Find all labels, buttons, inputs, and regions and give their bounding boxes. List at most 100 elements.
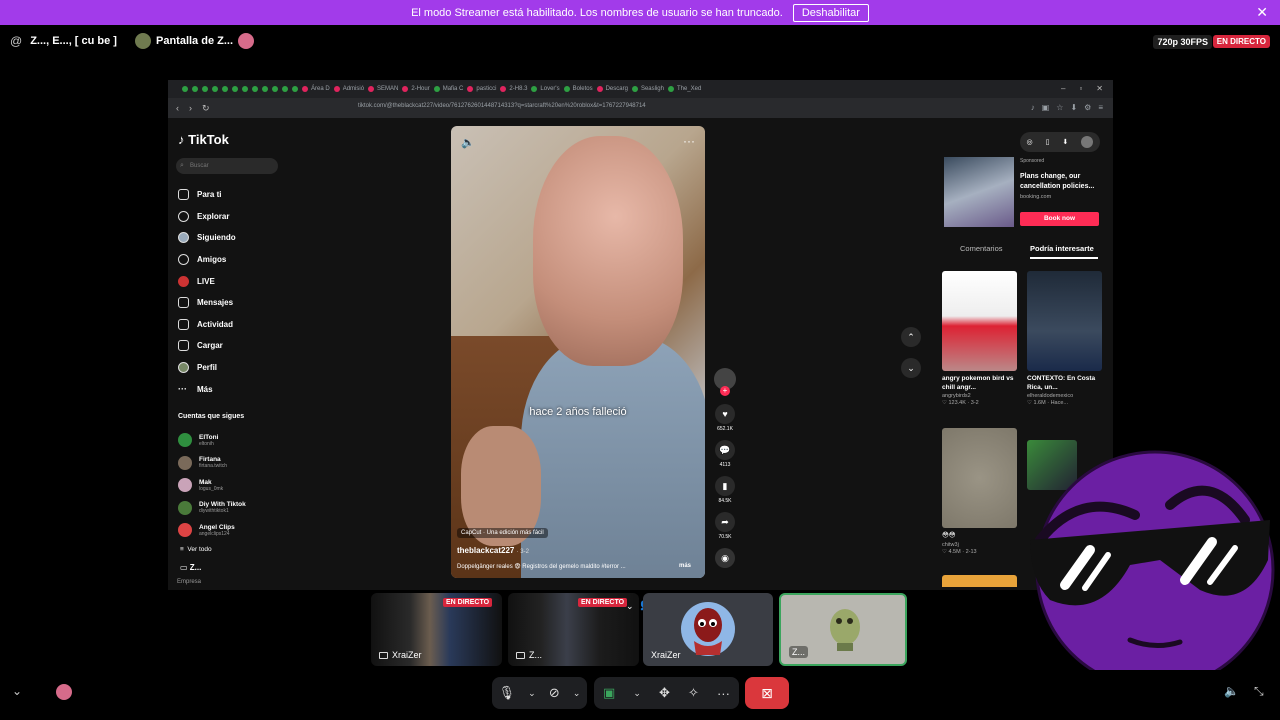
window-controls[interactable]: – ▫ ✕: [1061, 84, 1103, 93]
top-right-toolbar[interactable]: ◎ ▯ ⬇: [1020, 132, 1100, 152]
share-count: 70.5K: [718, 534, 732, 540]
end-call-button[interactable]: ⊠: [745, 677, 789, 709]
video-description: Doppelgänger reales 😨 Registros del geme…: [457, 563, 691, 570]
participant-tile[interactable]: EN DIRECTO XraiZer: [371, 593, 502, 666]
following-item[interactable]: Mak logus_0mk: [178, 474, 298, 497]
recommended-video-card[interactable]: angry pokemon bird vs chill angr... angr…: [942, 271, 1017, 406]
avatar: [1081, 136, 1094, 148]
music-disc-icon[interactable]: ◉: [715, 548, 735, 568]
like-icon[interactable]: ♥: [715, 404, 735, 424]
browser-tab[interactable]: Admisió: [333, 86, 364, 92]
screen-share-icon[interactable]: ▣: [603, 685, 615, 701]
chevron-down-icon[interactable]: ⌄: [528, 688, 536, 699]
activities-icon[interactable]: ✥: [659, 685, 670, 701]
close-icon[interactable]: ✕: [1256, 4, 1268, 21]
active-tab-indicator: [1030, 257, 1098, 259]
nav-item-cargar[interactable]: Cargar: [178, 335, 278, 357]
recommended-video-card[interactable]: CONTEXTO: En Costa Rica, un... elheraldo…: [1027, 271, 1102, 406]
nav-item-live[interactable]: LIVE: [178, 270, 278, 292]
avatar: [178, 478, 192, 493]
empresa-link[interactable]: Empresa: [177, 579, 201, 585]
tiktok-nav: Para ti Explorar Siguiendo Amigos LIVE M…: [178, 184, 278, 400]
tiktok-search-input[interactable]: ⌕ Buscar: [176, 158, 278, 174]
browser-tab[interactable]: 2-H8.3: [500, 86, 527, 92]
video-caption: hace 2 años falleció: [529, 406, 627, 418]
fullscreen-exit-icon[interactable]: ⤡: [1254, 684, 1264, 699]
participant-tile[interactable]: EN DIRECTO ⌄ Z...: [508, 593, 639, 666]
tab-favicon-icon: [192, 86, 198, 92]
volume-icon[interactable]: 🔈: [1224, 684, 1239, 698]
nav-item-perfil[interactable]: Perfil: [178, 357, 278, 379]
nav-item-para-ti[interactable]: Para ti: [178, 184, 278, 206]
participant-name: XraiZer: [392, 650, 422, 660]
browser-tab[interactable]: Área D: [302, 86, 330, 92]
chevron-down-icon[interactable]: ⌄: [626, 601, 634, 612]
comment-icon[interactable]: 💬: [715, 440, 735, 460]
participant-tile[interactable]: Z...: [779, 593, 907, 666]
recommended-video-card[interactable]: 😳😳 chitw3j ♡ 4.5M · 2-13: [942, 428, 1017, 555]
recommended-video-card-partial[interactable]: [942, 575, 1017, 587]
forward-icon: ›: [189, 102, 192, 113]
ad-thumbnail[interactable]: [944, 157, 1014, 227]
volume-icon[interactable]: 🔈: [461, 136, 475, 149]
url-input[interactable]: tiktok.com/@theblackcat227/video/7612762…: [358, 103, 888, 109]
following-item[interactable]: ElToni eltonih: [178, 429, 298, 452]
disable-streamer-mode-button[interactable]: Deshabilitar: [792, 3, 869, 22]
chevron-down-icon[interactable]: ⌄: [633, 688, 641, 699]
save-count: 84.5K: [718, 498, 732, 504]
capcut-tag[interactable]: CapCut · Una edición más fácil: [457, 528, 548, 538]
extension-icons[interactable]: ♪ ▣ ☆ ⬇ ⚙ ≡: [1031, 103, 1103, 112]
ad-title[interactable]: Plans change, our cancellation policies.…: [1020, 172, 1100, 191]
nav-item-amigos[interactable]: Amigos: [178, 249, 278, 271]
tab-comentarios[interactable]: Comentarios: [960, 244, 1003, 253]
shared-screen[interactable]: Área D Admisió SEMAN 2-Hour Mafia C past…: [168, 80, 1113, 590]
book-now-button[interactable]: Book now: [1020, 212, 1099, 226]
channel-name[interactable]: Z..., E..., [ cu be ]: [30, 35, 117, 47]
sidebar-z-item[interactable]: ▭ Z...: [180, 563, 201, 572]
tab-podria-interesarte[interactable]: Podría interesarte: [1030, 244, 1094, 253]
following-item[interactable]: Firtana firtana.twitch: [178, 452, 298, 475]
browser-tab[interactable]: SEMAN: [368, 86, 398, 92]
tiktok-logo[interactable]: ♪ TikTok: [178, 132, 229, 147]
browser-tab[interactable]: Mafia C: [433, 86, 463, 92]
following-item[interactable]: Diy With Tiktok diywithtiktok1: [178, 497, 298, 520]
nav-item-siguiendo[interactable]: Siguiendo: [178, 227, 278, 249]
chevron-down-icon[interactable]: ⌄: [12, 684, 22, 698]
camera-off-icon[interactable]: ⊘: [549, 685, 560, 701]
more-options-icon[interactable]: ···: [717, 686, 730, 701]
maximize-icon: ▫: [1079, 84, 1083, 93]
browser-tab[interactable]: Seasligh: [631, 86, 664, 92]
participant-tile[interactable]: XraiZer: [643, 593, 773, 666]
browser-tab[interactable]: pasticci: [467, 86, 496, 92]
user-avatar[interactable]: [56, 684, 72, 700]
list-icon: ≡: [180, 546, 184, 553]
browser-tab[interactable]: Lover's: [531, 86, 560, 92]
bookmark-icon[interactable]: ▮: [715, 476, 735, 496]
video-player[interactable]: 🔈 ··· hace 2 años falleció CapCut · Una …: [451, 126, 705, 578]
chevron-down-icon[interactable]: ⌄: [573, 688, 581, 699]
microphone-icon[interactable]: 🎙: [499, 685, 516, 701]
browser-tab[interactable]: 2-Hour: [402, 86, 430, 92]
nav-item-explorar[interactable]: Explorar: [178, 206, 278, 228]
following-item[interactable]: Angel Clips angelclips124: [178, 519, 298, 542]
soundboard-icon[interactable]: ✧: [688, 685, 699, 701]
chevron-down-icon[interactable]: ⌄: [901, 358, 921, 378]
coin-icon: ◎: [1026, 139, 1033, 146]
more-options-icon[interactable]: ···: [683, 134, 695, 148]
search-icon: ⌕: [180, 162, 184, 169]
nav-item-mas[interactable]: ··· Más: [178, 378, 278, 400]
share-icon[interactable]: ➦: [715, 512, 735, 532]
browser-tab[interactable]: Boletos: [563, 86, 593, 92]
video-author[interactable]: theblackcat227 · 3-2: [457, 546, 529, 555]
nav-item-mensajes[interactable]: Mensajes: [178, 292, 278, 314]
following-icon: [178, 232, 189, 244]
more-link[interactable]: más: [679, 563, 691, 569]
browser-tab[interactable]: Descarg: [596, 86, 628, 92]
browser-nav[interactable]: ‹ › ↻: [176, 103, 210, 114]
video-frame-person: [533, 136, 683, 366]
chevron-up-icon[interactable]: ⌃: [901, 327, 921, 347]
nav-item-actividad[interactable]: Actividad: [178, 314, 278, 336]
browser-tab[interactable]: The_Xed: [667, 86, 701, 92]
follow-plus-icon[interactable]: +: [720, 386, 730, 396]
see-all-link[interactable]: ≡ Ver todo: [180, 546, 212, 553]
